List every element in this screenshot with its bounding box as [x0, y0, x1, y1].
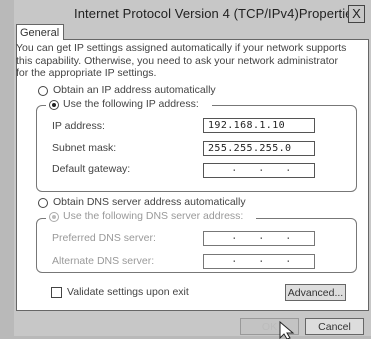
use-following-ip-label: Use the following IP address:	[63, 98, 199, 110]
ip-address-input[interactable]: 192.168.1.10	[203, 118, 315, 133]
alternate-dns-input[interactable]: ...	[203, 252, 315, 269]
title-bar[interactable]: Internet Protocol Version 4 (TCP/IPv4)Pr…	[14, 0, 371, 30]
intro-text: You can get IP settings assigned automat…	[16, 42, 358, 80]
intro-line-3: for the appropriate IP settings.	[16, 67, 157, 79]
obtain-dns-auto-label: Obtain DNS server address automatically	[53, 196, 246, 208]
obtain-dns-auto-radio[interactable]	[38, 198, 48, 208]
use-following-ip-radio[interactable]	[49, 100, 59, 110]
advanced-button[interactable]: Advanced...	[285, 284, 346, 301]
default-gateway-input[interactable]: ...	[203, 161, 315, 178]
obtain-ip-auto-radio[interactable]	[38, 86, 48, 96]
use-following-dns-radio[interactable]	[49, 212, 59, 222]
obtain-ip-auto-label: Obtain an IP address automatically	[53, 84, 216, 96]
validate-settings-checkbox[interactable]	[51, 287, 62, 298]
tab-general[interactable]: General	[16, 24, 64, 40]
validate-settings-label: Validate settings upon exit	[67, 286, 189, 298]
alternate-dns-label: Alternate DNS server:	[52, 255, 155, 267]
subnet-mask-label: Subnet mask:	[52, 142, 117, 154]
mouse-pointer-icon	[279, 321, 295, 339]
cancel-button[interactable]: Cancel	[305, 318, 364, 335]
preferred-dns-label: Preferred DNS server:	[52, 232, 156, 244]
intro-line-2: this capability. Otherwise, you need to …	[16, 54, 338, 67]
window-title: Internet Protocol Version 4 (TCP/IPv4)Pr…	[74, 6, 360, 21]
default-gateway-label: Default gateway:	[52, 163, 131, 175]
close-button[interactable]: X	[348, 5, 365, 23]
use-following-dns-label: Use the following DNS server address:	[63, 210, 244, 222]
intro-line-1: You can get IP settings assigned automat…	[16, 42, 347, 54]
preferred-dns-input[interactable]: ...	[203, 229, 315, 246]
subnet-mask-input[interactable]: 255.255.255.0	[203, 141, 315, 156]
ip-address-label: IP address:	[52, 120, 105, 132]
